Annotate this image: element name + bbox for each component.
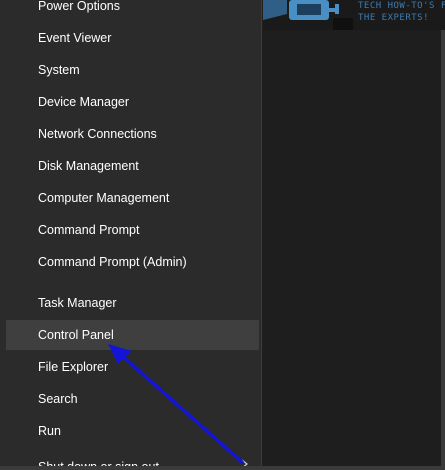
menu-item-command-prompt[interactable]: Command Prompt (6, 215, 259, 245)
menu-item-event-viewer[interactable]: Event Viewer (6, 23, 259, 53)
menu-item-power-options[interactable]: Power Options (6, 0, 259, 21)
window-border-right (441, 30, 445, 470)
menu-item-control-panel[interactable]: Control Panel (6, 320, 259, 350)
menu-separator (6, 280, 259, 281)
menu-item-device-manager[interactable]: Device Manager (6, 87, 259, 117)
menu-item-command-prompt-admin[interactable]: Command Prompt (Admin) (6, 247, 259, 277)
winx-context-menu: Power Options Event Viewer System Device… (0, 0, 262, 470)
desktop-background (263, 0, 445, 470)
watermark-logo (263, 0, 353, 30)
watermark-text-line-1: TECH HOW-TO'S FROM (358, 1, 445, 11)
menu-item-network-connections[interactable]: Network Connections (6, 119, 259, 149)
menu-item-search[interactable]: Search (6, 384, 259, 414)
menu-item-file-explorer[interactable]: File Explorer (6, 352, 259, 382)
menu-item-computer-management[interactable]: Computer Management (6, 183, 259, 213)
menu-item-run[interactable]: Run (6, 416, 259, 446)
menu-item-system[interactable]: System (6, 55, 259, 85)
watermark-text-line-2: THE EXPERTS! (358, 13, 430, 23)
window-border-bottom (0, 466, 445, 470)
menu-item-disk-management[interactable]: Disk Management (6, 151, 259, 181)
watermark-banner: TECH HOW-TO'S FROM THE EXPERTS! (263, 0, 445, 30)
screen: TECH HOW-TO'S FROM THE EXPERTS! Power Op… (0, 0, 445, 470)
menu-item-task-manager[interactable]: Task Manager (6, 288, 259, 318)
